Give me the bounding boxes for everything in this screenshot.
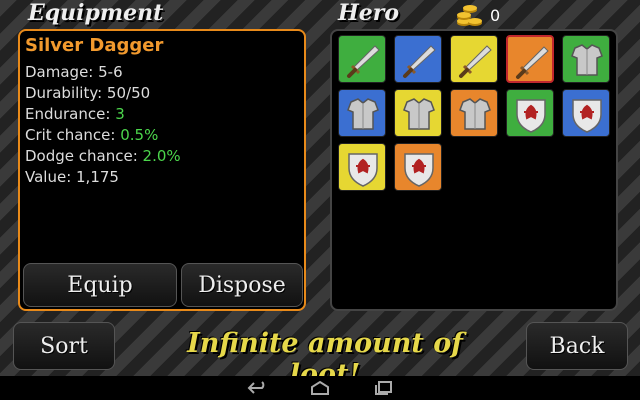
- sword-icon: [403, 45, 436, 78]
- back-nav-icon[interactable]: [246, 380, 268, 396]
- inventory-slot-shield[interactable]: [506, 89, 554, 137]
- damage-stat: Damage: 5-6: [25, 63, 123, 81]
- dodge-stat: Dodge chance: 2.0%: [25, 147, 181, 165]
- inventory-slot-armor[interactable]: [338, 89, 386, 137]
- equip-button[interactable]: Equip: [23, 263, 177, 307]
- shield-icon: [516, 99, 546, 133]
- back-button[interactable]: Back: [526, 322, 628, 370]
- hero-title: Hero: [338, 0, 400, 26]
- inventory-slot-shield[interactable]: [394, 143, 442, 191]
- inventory-panel: [330, 29, 618, 311]
- crit-label: Crit chance:: [25, 126, 121, 144]
- gold-count: 0: [490, 6, 501, 25]
- inventory-slot-shield[interactable]: [338, 143, 386, 191]
- sword-icon: [347, 45, 380, 78]
- armor-icon: [403, 98, 435, 130]
- dodge-label: Dodge chance:: [25, 147, 143, 165]
- armor-icon: [459, 98, 491, 130]
- system-nav-bar: [0, 376, 640, 400]
- shield-icon: [404, 153, 434, 187]
- inventory-slot-armor[interactable]: [450, 89, 498, 137]
- item-name: Silver Dagger: [25, 35, 164, 56]
- sword-icon: [516, 46, 549, 79]
- inventory-slot-sword[interactable]: [450, 35, 498, 83]
- shield-icon: [348, 153, 378, 187]
- recents-nav-icon[interactable]: [373, 380, 395, 396]
- armor-icon: [571, 44, 603, 76]
- sort-button[interactable]: Sort: [13, 322, 115, 370]
- equipment-title: Equipment: [28, 0, 164, 26]
- inventory-slot-shield[interactable]: [562, 89, 610, 137]
- dispose-button[interactable]: Dispose: [181, 263, 303, 307]
- endurance-stat: Endurance: 3: [25, 105, 125, 123]
- home-nav-icon[interactable]: [309, 380, 331, 396]
- inventory-slot-sword[interactable]: [338, 35, 386, 83]
- durability-stat: Durability: 50/50: [25, 84, 151, 102]
- item-detail-panel: Silver Dagger Damage: 5-6 Durability: 50…: [18, 29, 306, 311]
- dodge-value: 2.0%: [142, 147, 181, 165]
- inventory-slot-armor[interactable]: [394, 89, 442, 137]
- crit-value: 0.5%: [120, 126, 159, 144]
- value-stat: Value: 1,175: [25, 168, 119, 186]
- gold-coins-icon: [457, 5, 482, 26]
- shield-icon: [572, 99, 602, 133]
- crit-stat: Crit chance: 0.5%: [25, 126, 158, 144]
- inventory-slot-sword[interactable]: [506, 35, 554, 83]
- sword-icon: [459, 45, 492, 78]
- inventory-slot-sword[interactable]: [394, 35, 442, 83]
- endurance-value: 3: [115, 105, 125, 123]
- inventory-slot-armor[interactable]: [562, 35, 610, 83]
- armor-icon: [347, 98, 379, 130]
- endurance-label: Endurance:: [25, 105, 116, 123]
